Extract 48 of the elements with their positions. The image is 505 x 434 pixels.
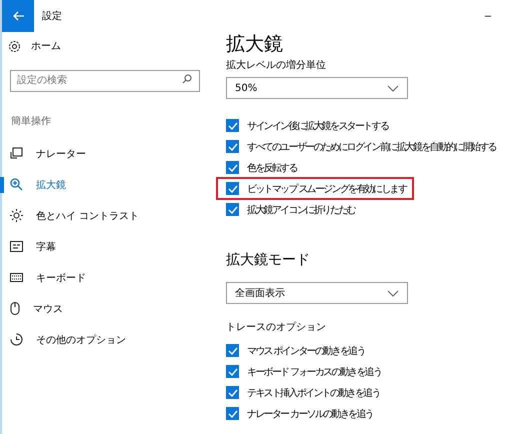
- checkbox[interactable]: [226, 161, 239, 174]
- arrow-left-icon: [12, 11, 24, 21]
- checkbox-label: ビットマップ スムージングを有効にします: [247, 182, 406, 196]
- brightness-icon: [10, 209, 23, 222]
- mouse-icon: [10, 302, 20, 315]
- mode-dropdown[interactable]: 全画面表示: [226, 282, 408, 304]
- checkbox[interactable]: [226, 182, 239, 195]
- checkbox[interactable]: [226, 407, 239, 420]
- checkbox[interactable]: [226, 119, 239, 132]
- search-field[interactable]: 設定の検索: [10, 70, 200, 92]
- checkbox[interactable]: [226, 140, 239, 153]
- section-label: 簡単操作: [11, 115, 52, 128]
- settings-icon: [8, 40, 21, 52]
- minimize-button[interactable]: –: [480, 10, 495, 22]
- clock-icon: [10, 333, 23, 346]
- sidebar-item[interactable]: 字幕: [36, 240, 56, 254]
- window-title: 設定: [42, 10, 63, 23]
- sidebar-item[interactable]: ナレーター: [36, 146, 86, 160]
- section-heading: 拡大鏡モード: [226, 251, 311, 270]
- search-icon: [182, 74, 192, 84]
- sidebar-item[interactable]: マウス: [33, 302, 63, 316]
- checkbox[interactable]: [226, 344, 239, 357]
- checkbox[interactable]: [226, 365, 239, 378]
- checkbox-label: ナレーター カーソルの動きを追う: [247, 408, 373, 420]
- checkbox-label: 拡大鏡アイコンに折りたたむ: [247, 204, 355, 216]
- sidebar-item[interactable]: 拡大鏡: [36, 178, 66, 192]
- zoom-in-icon: [10, 178, 23, 191]
- page-title: 拡大鏡: [226, 32, 284, 56]
- home-link[interactable]: ホーム: [31, 39, 61, 53]
- checkbox[interactable]: [226, 386, 239, 399]
- sidebar-item[interactable]: 色とハイ コントラスト: [36, 208, 140, 222]
- sidebar-item[interactable]: その他のオプション: [36, 332, 126, 346]
- keyboard-icon: [10, 273, 23, 282]
- checkbox-label: マウス ポインターの動きを追う: [247, 344, 365, 358]
- zoom-dropdown[interactable]: 50%: [226, 77, 408, 99]
- field-label: 拡大レベルの増分単位: [226, 58, 327, 72]
- checkbox-label: 色を反転する: [247, 162, 297, 174]
- checkbox-label: テキスト挿入ポイントの動きを追う: [247, 386, 380, 400]
- section-label: トレースのオプション: [226, 320, 327, 334]
- sidebar-item[interactable]: キーボード: [36, 270, 86, 284]
- chevron-down-icon: [387, 290, 399, 296]
- captions-icon: [10, 241, 23, 252]
- checkbox-label: サインイン後に拡大鏡をスタートする: [247, 120, 388, 132]
- checkbox-label: キーボード フォーカスの動きを追う: [247, 366, 382, 378]
- back-button[interactable]: [2, 0, 34, 32]
- chevron-down-icon: [387, 84, 399, 92]
- checkbox[interactable]: [226, 203, 239, 216]
- checkbox-label: すべてのユーザーのためにログイン前に拡大鏡を自動的に開始する: [247, 140, 496, 154]
